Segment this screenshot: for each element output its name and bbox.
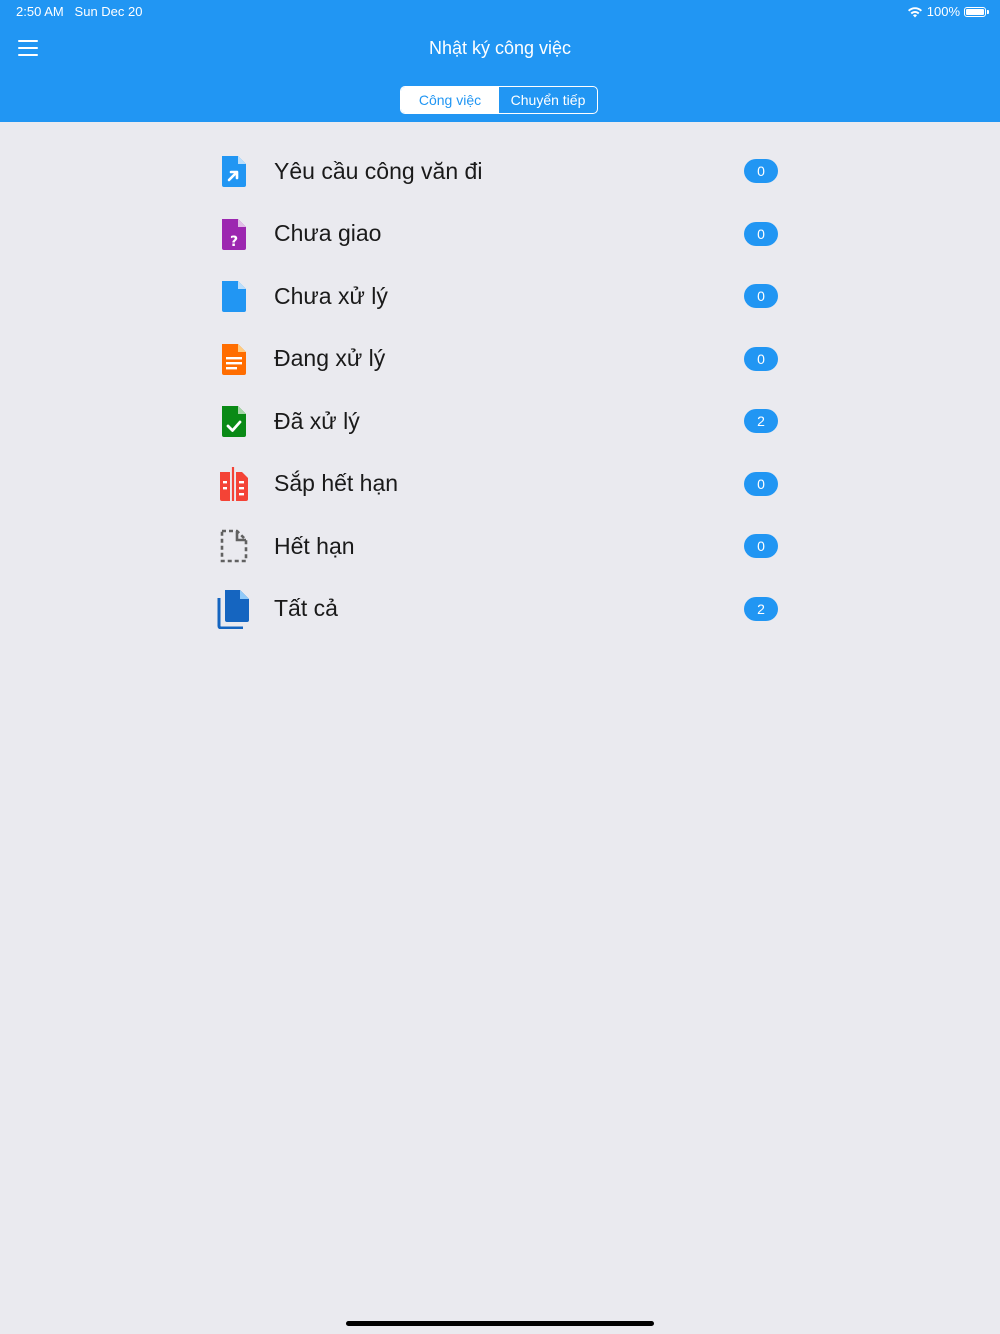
count-badge: 0 <box>744 471 778 496</box>
list-item-dang-xu-ly[interactable]: Đang xử lý 0 <box>212 328 782 391</box>
list-item-label: Chưa xử lý <box>274 282 388 309</box>
count-badge: 0 <box>744 346 778 371</box>
list-item-het-han[interactable]: Hết hạn 0 <box>212 515 782 578</box>
expiring-document-icon <box>212 464 256 504</box>
list-item-label: Yêu cầu công văn đi <box>274 157 483 184</box>
wifi-icon <box>907 6 922 17</box>
all-documents-icon <box>212 589 256 629</box>
count-badge: 2 <box>744 409 778 434</box>
count-badge: 0 <box>744 159 778 184</box>
list-item-label: Đang xử lý <box>274 345 386 372</box>
list-item-chua-xu-ly[interactable]: Chưa xử lý 0 <box>212 265 782 328</box>
count-badge: 0 <box>744 284 778 309</box>
processing-document-icon <box>212 339 256 379</box>
list-item-yeu-cau-cong-van-di[interactable]: Yêu cầu công văn đi 0 <box>212 140 782 203</box>
tab-chuyen-tiep[interactable]: Chuyển tiếp <box>499 87 597 113</box>
list-item-da-xu-ly[interactable]: Đã xử lý 2 <box>212 390 782 453</box>
list-item-label: Đã xử lý <box>274 407 360 434</box>
unassigned-document-icon: ? <box>212 214 256 254</box>
svg-text:?: ? <box>230 234 238 250</box>
home-indicator[interactable] <box>346 1321 654 1326</box>
segmented-control: Công việc Chuyển tiếp <box>400 86 598 114</box>
app-header: 2:50 AM Sun Dec 20 100% Nhật ký công việ… <box>0 0 1000 122</box>
list-item-chua-giao[interactable]: ? Chưa giao 0 <box>212 203 782 266</box>
task-category-list: Yêu cầu công văn đi 0 ? Chưa giao 0 Chưa… <box>212 140 782 640</box>
list-item-label: Sắp hết hạn <box>274 470 399 497</box>
count-badge: 0 <box>744 534 778 559</box>
page-title: Nhật ký công việc <box>428 38 572 58</box>
battery-icon <box>964 6 989 17</box>
tab-cong-viec[interactable]: Công việc <box>401 87 499 113</box>
status-bar-time: 2:50 AM Sun Dec 20 <box>16 4 143 19</box>
count-badge: 0 <box>744 221 778 246</box>
list-item-label: Chưa giao <box>274 220 382 247</box>
expired-document-icon <box>212 526 256 566</box>
list-item-tat-ca[interactable]: Tất cả 2 <box>212 578 782 641</box>
list-item-label: Tất cả <box>274 595 338 622</box>
battery-percent: 100% <box>926 4 960 19</box>
count-badge: 2 <box>744 596 778 621</box>
outgoing-document-icon <box>212 151 256 191</box>
list-item-sap-het-han[interactable]: Sắp hết hạn 0 <box>212 453 782 516</box>
processed-document-icon <box>212 401 256 441</box>
list-item-label: Hết hạn <box>274 532 355 559</box>
unprocessed-document-icon <box>212 276 256 316</box>
status-bar-right: 100% <box>907 4 989 19</box>
